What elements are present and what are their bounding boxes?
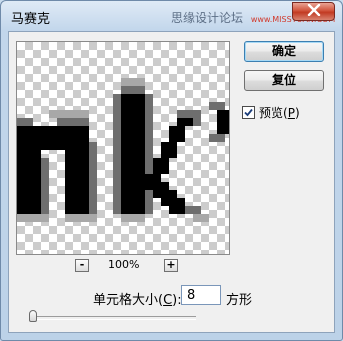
dialog-body: 确定 复位 预览(P) - 100% + 单元格大小(C): 方形: [8, 31, 335, 333]
cell-size-slider-thumb[interactable]: [29, 310, 37, 322]
zoom-in-button[interactable]: +: [164, 259, 178, 272]
reset-button[interactable]: 复位: [244, 70, 324, 91]
close-icon: [307, 3, 321, 19]
preview-label: 预览(P): [259, 106, 300, 120]
cell-size-input[interactable]: [181, 285, 221, 305]
preview-option[interactable]: 预览(P): [242, 104, 300, 121]
close-button[interactable]: [292, 2, 335, 21]
cell-size-slider-track[interactable]: [32, 316, 196, 320]
watermark-text: 思缘设计论坛: [171, 11, 244, 25]
checkmark-icon: [244, 108, 253, 117]
cell-size-unit: 方形: [226, 293, 253, 308]
ok-button[interactable]: 确定: [244, 41, 324, 62]
zoom-out-button[interactable]: -: [75, 259, 89, 272]
cell-size-label: 单元格大小(C):: [93, 293, 182, 308]
mosaic-preview-image: [17, 78, 229, 222]
preview-checkbox[interactable]: [242, 106, 255, 119]
window-title: 马赛克: [11, 12, 51, 27]
zoom-level: 100%: [108, 258, 140, 271]
title-bar[interactable]: 马赛克 思缘设计论坛 www.MISSYUAN.COM: [1, 1, 342, 31]
mosaic-dialog: 马赛克 思缘设计论坛 www.MISSYUAN.COM: [0, 0, 343, 341]
mosaic-preview[interactable]: [16, 41, 230, 255]
